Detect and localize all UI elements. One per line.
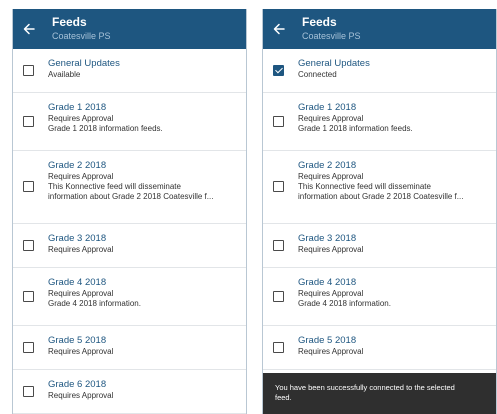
page-title: Feeds <box>52 15 87 29</box>
feed-item-grade-2[interactable]: Grade 2 2018 Requires Approval This Konn… <box>263 151 496 224</box>
feed-name: Grade 3 2018 <box>298 233 357 244</box>
feed-name: Grade 2 2018 <box>48 160 107 171</box>
feed-description-line: Grade 4 2018 information. <box>48 299 141 308</box>
feed-name: Grade 2 2018 <box>298 160 357 171</box>
feed-item-grade-5[interactable]: Grade 5 2018 Requires Approval <box>263 326 496 370</box>
feed-name: Grade 3 2018 <box>48 233 107 244</box>
feed-list: General Updates Available Grade 1 2018 R… <box>13 49 246 414</box>
feed-checkbox[interactable] <box>273 181 284 192</box>
feed-item-grade-4[interactable]: Grade 4 2018 Requires Approval Grade 4 2… <box>13 268 246 326</box>
feed-name: Grade 5 2018 <box>298 335 357 346</box>
school-subtitle: Coatesville PS <box>302 31 361 41</box>
feed-item-grade-4[interactable]: Grade 4 2018 Requires Approval Grade 4 2… <box>263 268 496 326</box>
feed-description: Grade 4 2018 information. <box>298 299 490 309</box>
snackbar-message-line: feed. <box>275 393 292 402</box>
feed-checkbox[interactable] <box>273 291 284 302</box>
feed-description-line: Grade 4 2018 information. <box>298 299 391 308</box>
feed-checkbox[interactable] <box>273 116 284 127</box>
feed-name: Grade 4 2018 <box>298 277 357 288</box>
feed-checkbox[interactable] <box>23 116 34 127</box>
feed-description-line: information about Grade 2 2018 Coatesvil… <box>298 192 464 201</box>
feed-checkbox[interactable] <box>23 181 34 192</box>
feed-description: This Konnective feed will disseminate in… <box>298 182 490 202</box>
feed-description-line: This Konnective feed will disseminate <box>48 182 181 191</box>
feed-item-general-updates[interactable]: General Updates Available <box>13 49 246 93</box>
feed-description: This Konnective feed will disseminate in… <box>48 182 240 202</box>
feed-name: General Updates <box>298 58 370 69</box>
feed-name: General Updates <box>48 58 120 69</box>
success-snackbar: You have been successfully connected to … <box>263 373 496 414</box>
arrow-left-icon[interactable] <box>272 22 286 36</box>
feed-description-line: Grade 1 2018 information feeds. <box>48 124 163 133</box>
feed-checkbox[interactable] <box>23 342 34 353</box>
school-subtitle: Coatesville PS <box>52 31 111 41</box>
feed-checkbox[interactable] <box>23 291 34 302</box>
feed-name: Grade 5 2018 <box>48 335 107 346</box>
feed-name: Grade 6 2018 <box>48 379 107 390</box>
feed-item-grade-3[interactable]: Grade 3 2018 Requires Approval <box>263 224 496 268</box>
feed-checkbox[interactable] <box>273 240 284 251</box>
feed-item-grade-1[interactable]: Grade 1 2018 Requires Approval Grade 1 2… <box>263 93 496 151</box>
feed-status: Connected <box>298 70 337 79</box>
feed-description: Grade 4 2018 information. <box>48 299 240 309</box>
feed-item-general-updates[interactable]: General Updates Connected <box>263 49 496 93</box>
arrow-left-icon[interactable] <box>22 22 36 36</box>
feed-description-line: Grade 1 2018 information feeds. <box>298 124 413 133</box>
app-header: Feeds Coatesville PS <box>263 9 496 49</box>
feed-checkbox[interactable] <box>273 342 284 353</box>
feed-description: Grade 1 2018 information feeds. <box>298 124 490 134</box>
feed-checkbox-checked[interactable] <box>273 65 284 76</box>
feed-status: Requires Approval <box>298 172 364 181</box>
feed-item-grade-2[interactable]: Grade 2 2018 Requires Approval This Konn… <box>13 151 246 224</box>
feed-name: Grade 4 2018 <box>48 277 107 288</box>
feed-status: Requires Approval <box>298 114 364 123</box>
feed-name: Grade 1 2018 <box>48 102 107 113</box>
feed-item-grade-3[interactable]: Grade 3 2018 Requires Approval <box>13 224 246 268</box>
feed-status: Requires Approval <box>48 245 114 254</box>
feed-status: Requires Approval <box>48 289 114 298</box>
feed-status: Requires Approval <box>298 245 364 254</box>
feed-checkbox[interactable] <box>23 65 34 76</box>
feed-name: Grade 1 2018 <box>298 102 357 113</box>
page-title: Feeds <box>302 15 337 29</box>
feeds-screen-before: Feeds Coatesville PS General Updates Ava… <box>12 9 247 414</box>
feed-description-line: information about Grade 2 2018 Coatesvil… <box>48 192 214 201</box>
feed-checkbox[interactable] <box>23 240 34 251</box>
feed-status: Requires Approval <box>298 289 364 298</box>
feed-description-line: This Konnective feed will disseminate <box>298 182 431 191</box>
snackbar-message-line: You have been successfully connected to … <box>275 383 455 392</box>
feed-status: Requires Approval <box>48 347 114 356</box>
feeds-screen-after: Feeds Coatesville PS General Updates Con… <box>262 9 497 414</box>
feed-status: Available <box>48 70 81 79</box>
feed-item-grade-1[interactable]: Grade 1 2018 Requires Approval Grade 1 2… <box>13 93 246 151</box>
feed-status: Requires Approval <box>298 347 364 356</box>
feed-status: Requires Approval <box>48 114 114 123</box>
feed-item-grade-6[interactable]: Grade 6 2018 Requires Approval <box>13 370 246 414</box>
feed-status: Requires Approval <box>48 391 114 400</box>
feed-checkbox[interactable] <box>23 386 34 397</box>
app-header: Feeds Coatesville PS <box>13 9 246 49</box>
feed-item-grade-5[interactable]: Grade 5 2018 Requires Approval <box>13 326 246 370</box>
feed-status: Requires Approval <box>48 172 114 181</box>
feed-description: Grade 1 2018 information feeds. <box>48 124 240 134</box>
feed-list: General Updates Connected Grade 1 2018 R… <box>263 49 496 414</box>
